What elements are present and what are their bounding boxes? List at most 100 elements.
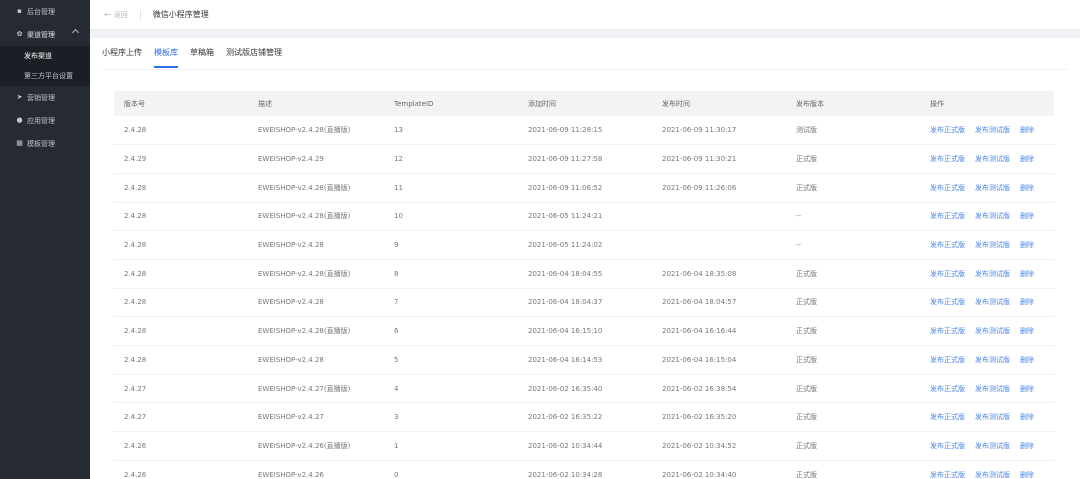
tab-miniprogram-upload[interactable]: 小程序上传: [102, 48, 142, 68]
table-row: 2.4.29 EWEISHOP-v2.4.29 12 2021-06-09 11:27…: [114, 144, 1054, 174]
actions-cell: 发布正式版 发布测试版 删除: [920, 259, 1054, 289]
delete-link[interactable]: 删除: [1020, 413, 1034, 421]
version-cell: 2.4.28: [114, 202, 248, 232]
publish-release-link[interactable]: 发布正式版: [930, 298, 965, 306]
delete-link[interactable]: 删除: [1020, 241, 1034, 249]
publish-version-cell: 正式版: [786, 173, 920, 203]
table-row: 2.4.26 EWEISHOP-v2.4.26(直播版) 1 2021-06-02 1…: [114, 431, 1054, 461]
publish-release-link[interactable]: 发布正式版: [930, 155, 965, 163]
description-cell: EWEISHOP-v2.4.29: [248, 144, 384, 174]
delete-link[interactable]: 删除: [1020, 471, 1034, 479]
delete-link[interactable]: 删除: [1020, 385, 1034, 393]
sidebar-item-channel[interactable]: ✿ 渠道管理: [0, 23, 90, 46]
topbar: ← 返回 微信小程序管理: [90, 0, 1080, 30]
publish-time-cell: 2021-06-02 10:34:52: [652, 431, 786, 461]
column-header-version: 版本号: [114, 91, 248, 116]
actions-cell: 发布正式版 发布测试版 删除: [920, 402, 1054, 433]
publish-release-link[interactable]: 发布正式版: [930, 241, 965, 249]
actions-cell: 发布正式版 发布测试版 删除: [920, 288, 1054, 318]
publish-time-cell: 2021-06-02 16:38:54: [652, 374, 786, 404]
publish-version-cell: 正式版: [786, 144, 920, 174]
publish-release-link[interactable]: 发布正式版: [930, 385, 965, 393]
back-button[interactable]: ← 返回: [104, 10, 128, 20]
delete-link[interactable]: 删除: [1020, 327, 1034, 335]
delete-link[interactable]: 删除: [1020, 442, 1034, 450]
sidebar-item-template[interactable]: ▦ 模板管理: [0, 132, 90, 155]
publish-time-cell: 2021-06-09 11:30:21: [652, 144, 786, 174]
version-cell: 2.4.27: [114, 402, 248, 433]
publish-release-link[interactable]: 发布正式版: [930, 471, 965, 479]
publish-test-link[interactable]: 发布测试版: [975, 241, 1010, 249]
column-header-actions: 操作: [920, 91, 1054, 116]
sidebar-item-marketing[interactable]: ➤ 营销管理: [0, 86, 90, 109]
publish-version-cell: 正式版: [786, 374, 920, 404]
publish-test-link[interactable]: 发布测试版: [975, 212, 1010, 220]
publish-time-cell: 2021-06-09 11:26:06: [652, 173, 786, 203]
template-id-cell: 0: [384, 460, 518, 479]
sidebar-item-backend[interactable]: ▪ 后台管理: [0, 0, 90, 23]
sidebar-item-label: 模板管理: [27, 139, 55, 148]
publish-release-link[interactable]: 发布正式版: [930, 126, 965, 134]
publish-test-link[interactable]: 发布测试版: [975, 471, 1010, 479]
sidebar-subitem-publish-channel[interactable]: 发布渠道: [0, 46, 90, 66]
publish-time-cell: [652, 230, 786, 260]
table-row: 2.4.28 EWEISHOP-v2.4.28 5 2021-06-04 16:14:…: [114, 345, 1054, 375]
template-table: 版本号 描述 TemplateID 添加时间 发布时间 发布版本 操作 2.4.…: [114, 91, 1054, 479]
publish-release-link[interactable]: 发布正式版: [930, 356, 965, 364]
publish-version-cell: 正式版: [786, 345, 920, 375]
main-content: 小程序上传 模板库 草稿箱 测试版店铺管理 版本号 描述 TemplateID …: [90, 38, 1080, 479]
sidebar-item-app-manage[interactable]: ● 应用管理: [0, 109, 90, 132]
publish-test-link[interactable]: 发布测试版: [975, 442, 1010, 450]
delete-link[interactable]: 删除: [1020, 155, 1034, 163]
template-icon: ▦: [16, 139, 23, 147]
template-id-cell: 8: [384, 259, 518, 289]
app-manage-icon: ●: [16, 116, 23, 124]
delete-link[interactable]: 删除: [1020, 298, 1034, 306]
publish-release-link[interactable]: 发布正式版: [930, 413, 965, 421]
delete-link[interactable]: 删除: [1020, 270, 1034, 278]
publish-test-link[interactable]: 发布测试版: [975, 327, 1010, 335]
description-cell: EWEISHOP-v2.4.28(直播版): [248, 202, 384, 232]
publish-test-link[interactable]: 发布测试版: [975, 385, 1010, 393]
added-time-cell: 2021-06-02 10:34:28: [518, 460, 652, 479]
table-row: 2.4.27 EWEISHOP-v2.4.27(直播版) 4 2021-06-02 1…: [114, 374, 1054, 404]
table-row: 2.4.27 EWEISHOP-v2.4.27 3 2021-06-02 16:35:…: [114, 402, 1054, 433]
publish-test-link[interactable]: 发布测试版: [975, 356, 1010, 364]
table-row: 2.4.28 EWEISHOP-v2.4.28(直播版) 8 2021-06-04 1…: [114, 259, 1054, 289]
table-row: 2.4.28 EWEISHOP-v2.4.28(直播版) 10 2021-06-05 …: [114, 202, 1054, 232]
template-id-cell: 11: [384, 173, 518, 203]
description-cell: EWEISHOP-v2.4.28: [248, 230, 384, 260]
publish-test-link[interactable]: 发布测试版: [975, 184, 1010, 192]
publish-test-link[interactable]: 发布测试版: [975, 270, 1010, 278]
publish-release-link[interactable]: 发布正式版: [930, 184, 965, 192]
delete-link[interactable]: 删除: [1020, 184, 1034, 192]
sidebar-item-label: 后台管理: [27, 7, 55, 16]
tab-test-store-manage[interactable]: 测试版店铺管理: [226, 48, 282, 68]
publish-test-link[interactable]: 发布测试版: [975, 155, 1010, 163]
delete-link[interactable]: 删除: [1020, 356, 1034, 364]
publish-release-link[interactable]: 发布正式版: [930, 212, 965, 220]
sidebar-subitem-third-party[interactable]: 第三方平台设置: [0, 66, 90, 86]
tab-template-library[interactable]: 模板库: [154, 48, 178, 68]
delete-link[interactable]: 删除: [1020, 126, 1034, 134]
channel-icon: ✿: [16, 30, 23, 38]
actions-cell: 发布正式版 发布测试版 删除: [920, 316, 1054, 346]
added-time-cell: 2021-06-05 11:24:21: [518, 202, 652, 232]
publish-test-link[interactable]: 发布测试版: [975, 126, 1010, 134]
actions-cell: 发布正式版 发布测试版 删除: [920, 116, 1054, 146]
publish-test-link[interactable]: 发布测试版: [975, 298, 1010, 306]
publish-release-link[interactable]: 发布正式版: [930, 442, 965, 450]
version-cell: 2.4.28: [114, 345, 248, 375]
publish-release-link[interactable]: 发布正式版: [930, 270, 965, 278]
table-row: 2.4.28 EWEISHOP-v2.4.28 7 2021-06-04 18:04:…: [114, 288, 1054, 318]
table-body: 2.4.28 EWEISHOP-v2.4.28(直播版) 13 2021-06-09 …: [114, 116, 1054, 479]
table-row: 2.4.28 EWEISHOP-v2.4.28 9 2021-06-05 11:24:…: [114, 230, 1054, 260]
tab-drafts[interactable]: 草稿箱: [190, 48, 214, 68]
publish-time-cell: 2021-06-04 16:16:44: [652, 316, 786, 346]
added-time-cell: 2021-06-04 18:04:37: [518, 288, 652, 318]
version-cell: 2.4.26: [114, 431, 248, 461]
tab-bar: 小程序上传 模板库 草稿箱 测试版店铺管理: [102, 48, 294, 68]
publish-test-link[interactable]: 发布测试版: [975, 413, 1010, 421]
publish-release-link[interactable]: 发布正式版: [930, 327, 965, 335]
delete-link[interactable]: 删除: [1020, 212, 1034, 220]
